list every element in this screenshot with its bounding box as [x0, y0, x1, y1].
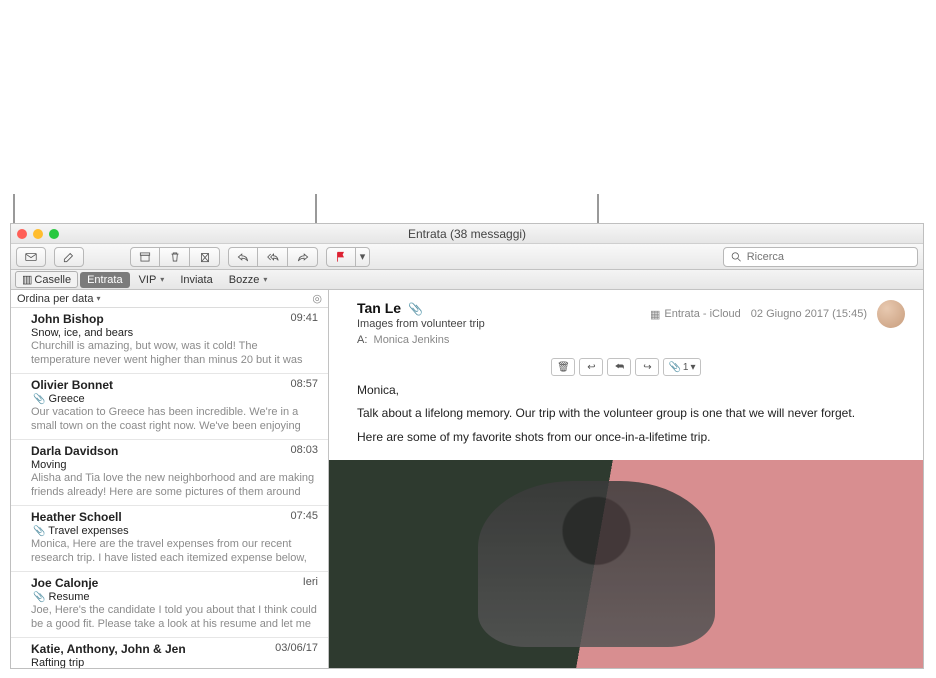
mini-delete-button[interactable]: 🗑 [551, 358, 575, 376]
item-preview: Alisha and Tia love the new neighborhood… [31, 472, 318, 500]
sort-bar[interactable]: Ordina per data ▾ ◎ [11, 290, 328, 308]
item-preview: Monica, Here are the travel expenses fro… [31, 538, 318, 566]
message-item[interactable]: Heather Schoell 07:45📎 Travel expensesMon… [11, 506, 328, 572]
toolbar: ▾ [11, 244, 923, 270]
vip-tab[interactable]: VIP [132, 272, 172, 288]
junk-button[interactable] [190, 247, 220, 267]
item-time: 07:45 [290, 510, 318, 524]
sort-label: Ordina per data [17, 293, 93, 305]
archive-button[interactable] [130, 247, 160, 267]
filter-icon[interactable]: ◎ [312, 292, 322, 305]
search-input[interactable] [747, 251, 911, 263]
message-header: Tan Le 📎 Images from volunteer trip A: M… [329, 290, 923, 352]
item-subject: Rafting trip [31, 657, 318, 668]
chevron-down-icon: ▾ [96, 294, 100, 303]
item-time: 08:57 [290, 378, 318, 392]
message-item[interactable]: John Bishop 09:41Snow, ice, and bearsChur… [11, 308, 328, 374]
forward-button[interactable] [288, 247, 318, 267]
item-subject: Moving [31, 459, 318, 471]
item-from: Darla Davidson [31, 444, 118, 458]
avatar [877, 300, 905, 328]
attachment-icon: 📎 [33, 526, 45, 537]
item-time: 08:03 [290, 444, 318, 458]
header-from: Tan Le [357, 300, 401, 316]
mail-window: Entrata (38 messaggi) ▾ ▥Caselle [10, 223, 924, 669]
item-from: Olivier Bonnet [31, 378, 113, 392]
get-mail-button[interactable] [16, 247, 46, 267]
favorites-bar: ▥Caselle Entrata VIP Inviata Bozze [11, 270, 923, 290]
search-icon [730, 250, 743, 264]
reply-button[interactable] [228, 247, 258, 267]
item-preview: Joe, Here's the candidate I told you abo… [31, 604, 318, 632]
message-item[interactable]: Katie, Anthony, John & Jen 03/06/17Raftin… [11, 638, 328, 668]
folder-icon: ▦ Entrata - iCloud [650, 308, 741, 321]
flag-menu-button[interactable]: ▾ [356, 247, 370, 267]
sent-tab[interactable]: Inviata [173, 272, 219, 288]
item-subject: Snow, ice, and bears [31, 327, 318, 339]
message-action-bar: 🗑 ↩ ⮪ ↪ 📎 1 ▾ [329, 358, 923, 376]
inbox-tab[interactable]: Entrata [80, 272, 129, 288]
message-item[interactable]: Joe Calonje Ieri📎 ResumeJoe, Here's the c… [11, 572, 328, 638]
mailboxes-tab[interactable]: ▥Caselle [15, 271, 78, 288]
item-subject: 📎 Resume [31, 591, 318, 603]
item-time: 03/06/17 [275, 642, 318, 656]
drafts-tab[interactable]: Bozze [222, 272, 275, 288]
message-list: Ordina per data ▾ ◎ John Bishop 09:41Snow… [11, 290, 329, 668]
mini-reply-button[interactable]: ↩ [579, 358, 603, 376]
item-subject: 📎 Greece [31, 393, 318, 405]
item-from: Heather Schoell [31, 510, 122, 524]
item-from: Joe Calonje [31, 576, 98, 590]
item-preview: Churchill is amazing, but wow, was it co… [31, 340, 318, 368]
attachment-icon: 📎 [33, 592, 45, 603]
embedded-image [329, 460, 923, 668]
item-time: Ieri [303, 576, 318, 590]
attachment-icon: 📎 [33, 394, 45, 405]
titlebar: Entrata (38 messaggi) [11, 224, 923, 244]
header-to: A: Monica Jenkins [357, 334, 905, 346]
message-item[interactable]: Olivier Bonnet 08:57📎 GreeceOur vacation … [11, 374, 328, 440]
mini-forward-button[interactable]: ↪ [635, 358, 659, 376]
reply-all-button[interactable] [258, 247, 288, 267]
item-from: John Bishop [31, 312, 104, 326]
attachment-icon: 📎 [408, 302, 423, 316]
item-from: Katie, Anthony, John & Jen [31, 642, 186, 656]
item-time: 09:41 [290, 312, 318, 326]
reading-pane: Tan Le 📎 Images from volunteer trip A: M… [329, 290, 923, 668]
header-date: 02 Giugno 2017 (15:45) [751, 308, 867, 320]
mini-reply-all-button[interactable]: ⮪ [607, 358, 631, 376]
item-preview: Our vacation to Greece has been incredib… [31, 406, 318, 434]
item-subject: 📎 Travel expenses [31, 525, 318, 537]
search-field[interactable] [723, 247, 918, 267]
flag-button[interactable] [326, 247, 356, 267]
header-folder: Entrata - iCloud [664, 308, 740, 320]
sidebar-icon: ▥ [22, 273, 32, 286]
compose-button[interactable] [54, 247, 84, 267]
delete-button[interactable] [160, 247, 190, 267]
message-item[interactable]: Darla Davidson 08:03MovingAlisha and Tia … [11, 440, 328, 506]
window-title: Entrata (38 messaggi) [11, 227, 923, 241]
message-body: Monica, Talk about a lifelong memory. Ou… [329, 380, 923, 460]
mini-attachments-button[interactable]: 📎 1 ▾ [663, 358, 700, 376]
